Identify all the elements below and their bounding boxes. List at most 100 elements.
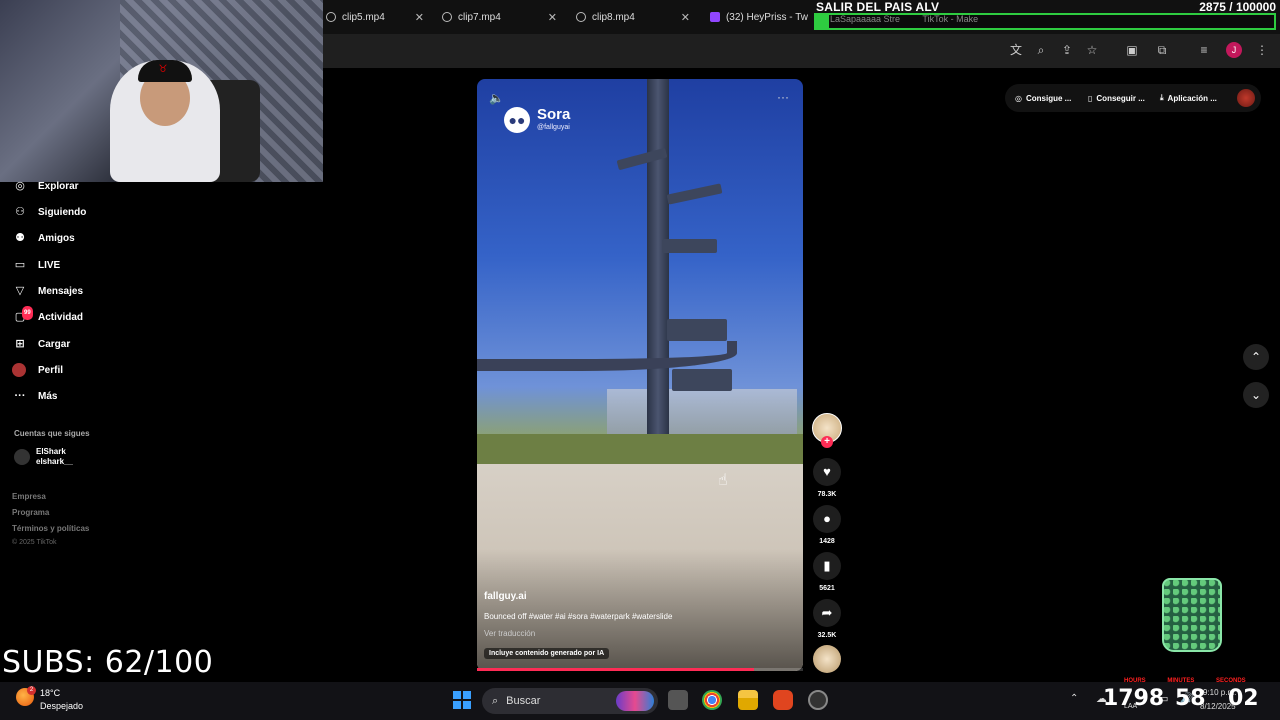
volume-icon[interactable]: 🔈 (489, 91, 504, 105)
more-options-icon[interactable]: ··· (777, 90, 789, 104)
sidebar-item-label: Cargar (38, 338, 71, 350)
video-progress-fill (477, 668, 755, 671)
sidebar-item-perfil[interactable]: Perfil (12, 360, 63, 380)
desktop-app-button[interactable]: ⤓ Aplicación ... (1160, 88, 1217, 108)
pill-label: Aplicación ... (1167, 93, 1217, 103)
ghost-tab-label: TikTok - Make (922, 14, 979, 24)
like-button[interactable]: ♥ (813, 458, 841, 486)
like-count: 78.3K (817, 491, 837, 498)
video-tower (647, 79, 669, 459)
weather-temp: 18°C (40, 688, 61, 698)
sidebar-item-label: Amigos (38, 232, 75, 244)
timer-minutes: 58 (1175, 686, 1206, 711)
timer-labels: HOURS MINUTES SECONDS (1124, 678, 1266, 684)
browser-tab[interactable]: clip5.mp4 ✕ (326, 6, 424, 28)
following-name: ElShark (36, 447, 66, 456)
watermark-name: Sora (537, 106, 571, 123)
timer-label-minutes: MINUTES (1167, 678, 1195, 684)
install-app-icon[interactable]: ⇪ (1059, 42, 1075, 58)
download-icon: ⤓ (1160, 93, 1164, 102)
sidebar-item-mas[interactable]: ··· Más (12, 386, 58, 406)
sidebar-item-live[interactable]: ▭ LIVE (12, 255, 60, 275)
sidebar-item-label: Perfil (38, 364, 64, 376)
timer-label-hours: HOURS (1124, 678, 1146, 684)
next-video-button[interactable]: ⌄ (1243, 382, 1269, 408)
close-icon[interactable]: ✕ (415, 11, 424, 24)
tab-title: clip8.mp4 (592, 11, 635, 23)
browser-profile-avatar[interactable]: J (1226, 42, 1242, 58)
search-highlight-graphic (616, 691, 654, 711)
hand-cursor-icon: ☝ (718, 472, 728, 489)
video-progress-bar[interactable] (477, 668, 803, 671)
music-disc[interactable] (813, 645, 841, 673)
media-controls-icon[interactable]: ≡ (1196, 42, 1212, 58)
footer-link[interactable]: Programa (12, 508, 49, 517)
share-button[interactable]: ➦ (813, 599, 841, 627)
taskbar-search[interactable]: ⌕ Buscar (482, 688, 658, 714)
coin-icon: ◎ (1015, 93, 1022, 103)
user-follow-icon: ⚇ (15, 206, 25, 218)
bookmark-star-icon[interactable]: ☆ (1084, 42, 1100, 58)
sidebar-item-label: LIVE (38, 259, 61, 271)
video-author[interactable]: fallguy.ai (484, 591, 527, 602)
tray-expand-icon[interactable]: ⌃ (1070, 693, 1078, 704)
notification-badge: 99 (22, 306, 33, 320)
video-arm (672, 369, 732, 391)
tiktok-profile-avatar[interactable] (1237, 89, 1255, 107)
chrome-icon[interactable] (702, 690, 722, 710)
pill-label: Conseguir ... (1096, 93, 1145, 103)
webcam-feed: ♉ (0, 0, 323, 182)
goal-progress-fill (816, 15, 830, 28)
task-view-icon[interactable] (668, 690, 688, 710)
close-icon[interactable]: ✕ (681, 11, 690, 24)
previous-video-button[interactable]: ⌃ (1243, 344, 1269, 370)
save-button[interactable]: ▮ (813, 552, 841, 580)
save-count: 5621 (819, 585, 835, 592)
translate-icon[interactable]: 文 (1008, 42, 1024, 58)
browser-tab[interactable]: clip7.mp4 ✕ (442, 6, 557, 28)
chevron-up-icon: ⌃ (1250, 350, 1262, 364)
sidebar-item-explorar[interactable]: ◎ Explorar (12, 176, 79, 196)
sidebar-item-actividad[interactable]: ▢ 99 Actividad (12, 306, 83, 327)
sidebar-item-amigos[interactable]: ⚉ Amigos (12, 228, 75, 248)
see-translation-link[interactable]: Ver traducción (484, 629, 535, 638)
sidebar-item-label: Siguiendo (38, 206, 87, 218)
pill-label: Consigue ... (1025, 93, 1072, 103)
timer-seconds: 02 (1228, 686, 1259, 711)
sidebar-item-mensajes[interactable]: ▽ Mensajes (12, 281, 83, 301)
extensions-icon[interactable]: ⧉ (1154, 42, 1170, 58)
get-coins-button[interactable]: ◎ Consigue ... (1015, 88, 1071, 108)
obs-icon[interactable] (808, 690, 828, 710)
get-app-button[interactable]: ▯ Conseguir ... (1088, 88, 1145, 108)
browser-tab[interactable]: (32) HeyPriss - Tw (710, 6, 808, 28)
sidebar-item-siguiendo[interactable]: ⚇ Siguiendo (12, 202, 86, 222)
sidebar-item-label: Explorar (38, 180, 79, 192)
sidebar-item-cargar[interactable]: ⊞ Cargar (12, 334, 70, 354)
footer-link[interactable]: Términos y políticas (12, 524, 89, 533)
zoom-icon[interactable]: ⌕ (1033, 42, 1049, 58)
file-explorer-icon[interactable] (738, 690, 758, 710)
brave-icon[interactable] (773, 690, 793, 710)
following-account[interactable]: ElShark elshark__ (14, 447, 73, 467)
globe-icon (442, 12, 452, 22)
following-handle: elshark__ (36, 457, 73, 466)
tab-title: clip7.mp4 (458, 11, 501, 23)
video-player[interactable] (477, 79, 803, 671)
compass-icon: ◎ (15, 180, 25, 192)
video-caption: Bounced off #water #ai #sora #waterpark … (484, 612, 673, 621)
upload-icon: ⊞ (15, 338, 25, 350)
heart-icon: ♥ (823, 464, 831, 479)
video-arm (667, 319, 727, 341)
picture-in-picture-icon[interactable]: ▣ (1124, 42, 1140, 58)
follow-plus-icon[interactable]: + (821, 436, 833, 448)
browser-tab[interactable]: clip8.mp4 ✕ (576, 6, 690, 28)
windows-start-icon[interactable] (453, 691, 471, 709)
inbox-icon: ▢ 99 (12, 306, 33, 324)
following-account-text: ElShark elshark__ (36, 447, 73, 467)
close-icon[interactable]: ✕ (548, 11, 557, 24)
comment-button[interactable]: ● (813, 505, 841, 533)
browser-menu-icon[interactable]: ⋮ (1254, 42, 1270, 58)
chevron-down-icon: ⌄ (1250, 388, 1262, 402)
footer-link[interactable]: Empresa (12, 492, 46, 501)
phone-icon: ▯ (1088, 93, 1093, 103)
